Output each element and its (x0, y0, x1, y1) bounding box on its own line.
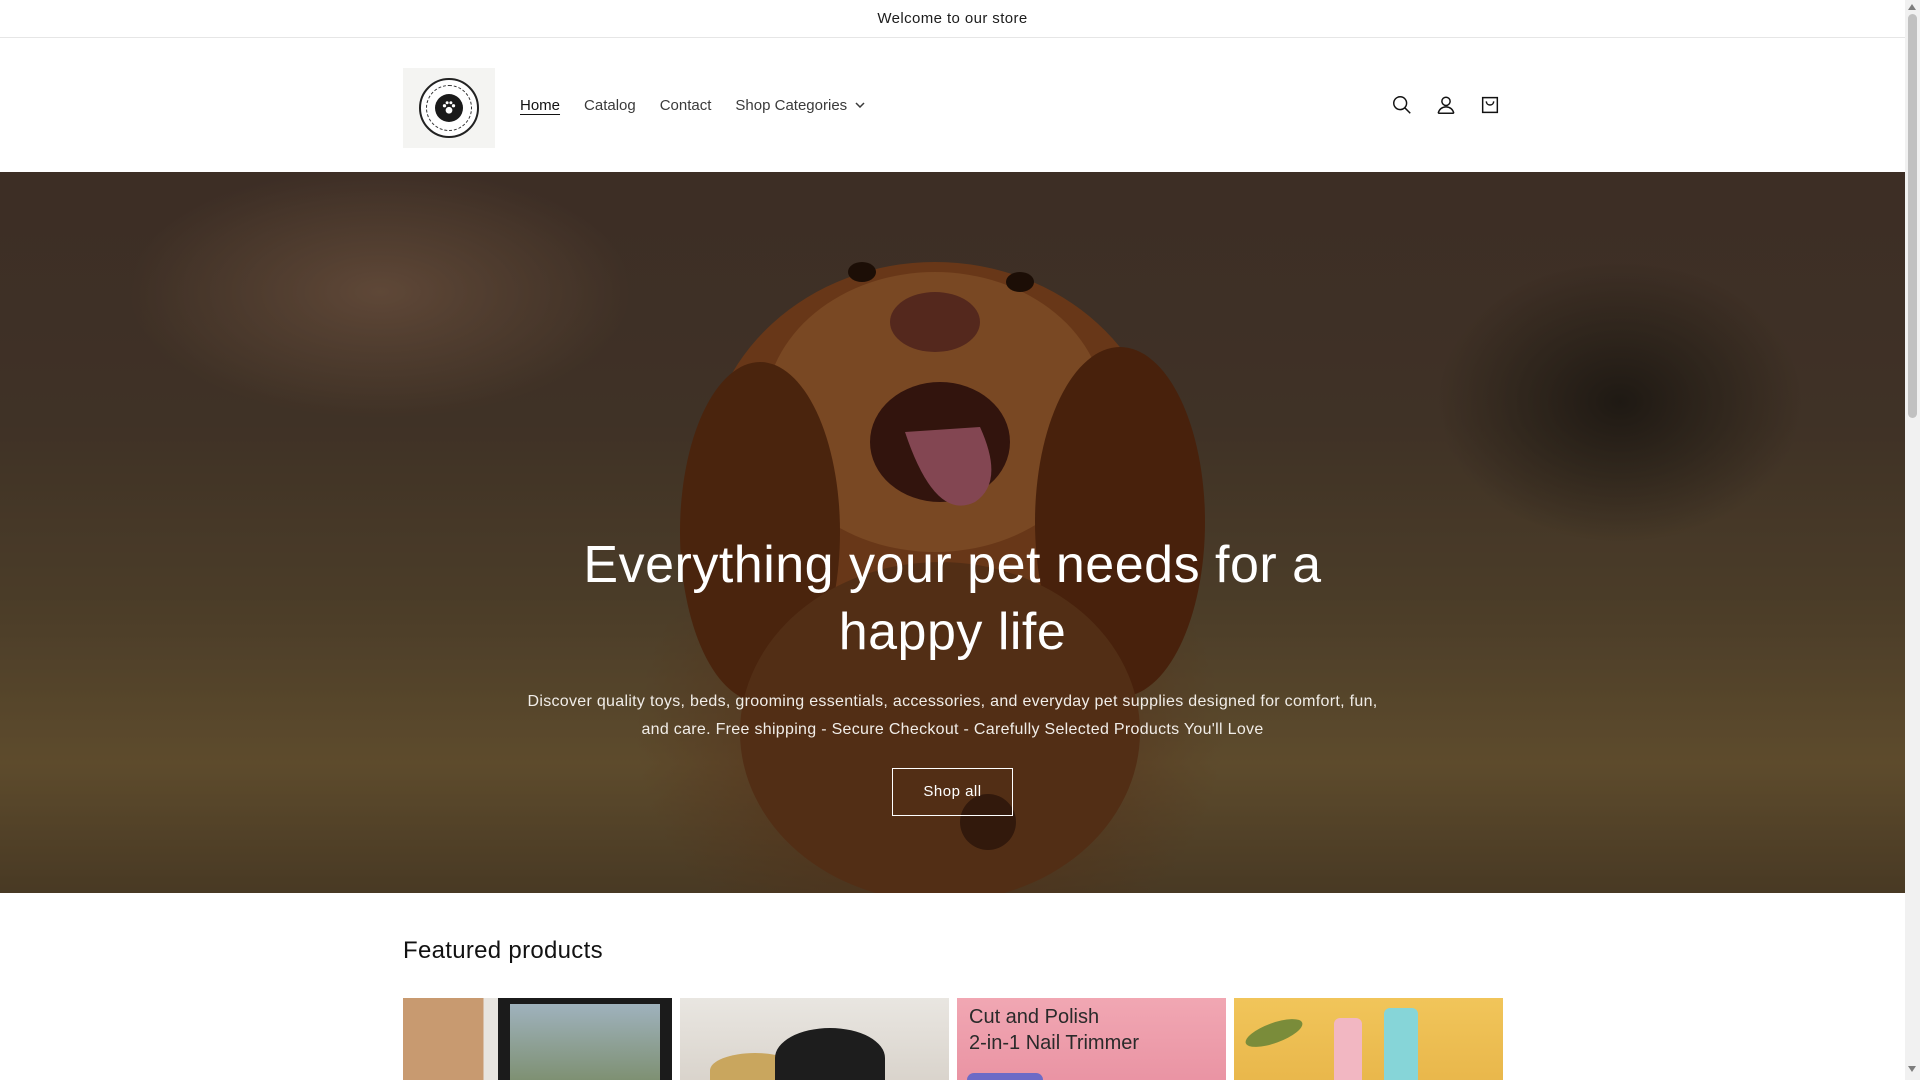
account-icon[interactable] (1424, 83, 1468, 127)
product-card[interactable] (680, 998, 949, 1080)
chevron-down-icon (855, 102, 865, 108)
hero-content: Everything your pet needs for a happy li… (0, 532, 1905, 816)
shop-all-button[interactable]: Shop all (892, 768, 1013, 816)
hero-subtitle: Discover quality toys, beds, grooming es… (527, 693, 1378, 738)
main-nav: Home Catalog Contact Shop Categories (520, 38, 889, 172)
hero-banner: Everything your pet needs for a happy li… (0, 172, 1905, 893)
product-card[interactable] (1234, 998, 1503, 1080)
product-image (1242, 1013, 1306, 1053)
product-card[interactable] (403, 998, 672, 1080)
page-scrollbar[interactable] (1905, 0, 1920, 1080)
logo-badge (419, 78, 479, 138)
nav-shop-categories-label: Shop Categories (735, 96, 848, 114)
cart-icon[interactable] (1468, 83, 1512, 127)
product-image (1334, 1018, 1362, 1080)
paw-icon (435, 94, 463, 122)
header-icons (1380, 38, 1512, 172)
scroll-thumb[interactable] (1908, 14, 1917, 418)
scroll-down-arrow-icon[interactable] (1908, 1066, 1916, 1072)
product-image (775, 1028, 885, 1080)
site-header: Home Catalog Contact Shop Categories (0, 38, 1905, 172)
store-logo[interactable] (403, 68, 495, 148)
product-image (1384, 1008, 1418, 1080)
page: Welcome to our store Home Catalog Contac (0, 0, 1905, 1080)
featured-products-title: Featured products (403, 937, 603, 964)
hero-title: Everything your pet needs for a happy li… (583, 536, 1322, 661)
nav-contact[interactable]: Contact (660, 97, 712, 114)
scroll-up-arrow-icon[interactable] (1908, 4, 1916, 10)
product-card[interactable]: Cut and Polish 2-in-1 Nail Trimmer (957, 998, 1226, 1080)
nav-shop-categories[interactable]: Shop Categories (735, 97, 865, 114)
product-image-text: Cut and Polish 2-in-1 Nail Trimmer (969, 1006, 1140, 1054)
nav-catalog[interactable]: Catalog (584, 97, 636, 114)
announcement-text: Welcome to our store (877, 10, 1028, 27)
product-image-badge (967, 1073, 1043, 1080)
product-image (498, 998, 672, 1080)
announcement-bar: Welcome to our store (0, 0, 1905, 38)
nav-home[interactable]: Home (520, 97, 560, 114)
search-icon[interactable] (1380, 83, 1424, 127)
featured-product-grid: Cut and Polish 2-in-1 Nail Trimmer (403, 998, 1503, 1080)
